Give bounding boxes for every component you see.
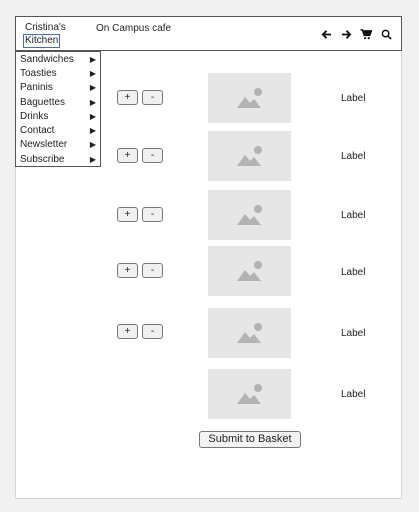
increase-quantity-button[interactable]: +	[117, 324, 138, 339]
menu-item-label: Paninis	[20, 82, 53, 94]
chevron-right-icon: ▶	[89, 154, 96, 164]
menu-item-label: Baguettes	[20, 96, 66, 108]
image-placeholder-icon	[236, 261, 262, 281]
menu-item-baguettes[interactable]: Baguettes ▶	[16, 95, 100, 109]
chevron-right-icon: ▶	[89, 140, 96, 150]
menu-item-paninis[interactable]: Paninis ▶	[16, 81, 100, 95]
menu-item-subscribe[interactable]: Subscribe ▶	[16, 152, 100, 166]
product-label: Label	[341, 267, 366, 278]
logo-line1: Cristina's	[25, 22, 66, 33]
image-placeholder-icon	[236, 88, 262, 108]
category-menu: Sandwiches ▶ Toasties ▶ Paninis ▶ Baguettes…	[15, 51, 101, 168]
cafe-name: On Campus cafe	[96, 23, 172, 34]
decrease-quantity-button[interactable]: -	[142, 207, 163, 222]
menu-item-label: Toasties	[20, 67, 57, 79]
image-placeholder-icon	[236, 205, 262, 225]
search-icon[interactable]	[379, 27, 393, 41]
decrease-quantity-button[interactable]: -	[142, 148, 163, 163]
chevron-right-icon: ▶	[89, 68, 96, 78]
menu-item-sandwiches[interactable]: Sandwiches ▶	[16, 52, 100, 66]
chevron-right-icon: ▶	[89, 97, 96, 107]
image-placeholder-icon	[236, 384, 262, 404]
product-image-placeholder	[208, 308, 291, 358]
menu-item-contact[interactable]: Contact ▶	[16, 123, 100, 137]
logo[interactable]: Cristina's Kitchen	[23, 22, 66, 48]
decrease-quantity-button[interactable]: -	[142, 90, 163, 105]
increase-quantity-button[interactable]: +	[117, 207, 138, 222]
image-placeholder-icon	[236, 146, 262, 166]
menu-item-drinks[interactable]: Drinks ▶	[16, 109, 100, 123]
header-bar: Cristina's Kitchen On Campus cafe	[15, 16, 402, 51]
chevron-right-icon: ▶	[89, 83, 96, 93]
menu-item-label: Contact	[20, 125, 55, 137]
product-label: Label	[341, 328, 366, 339]
product-image-placeholder	[208, 246, 291, 296]
arrow-left-icon[interactable]	[319, 27, 333, 41]
increase-quantity-button[interactable]: +	[117, 148, 138, 163]
submit-to-basket-button[interactable]: Submit to Basket	[199, 431, 301, 448]
arrow-right-icon[interactable]	[339, 27, 353, 41]
menu-item-label: Newsletter	[20, 139, 68, 151]
menu-item-label: Sandwiches	[20, 53, 74, 65]
decrease-quantity-button[interactable]: -	[142, 263, 163, 278]
product-label: Label	[341, 151, 366, 162]
product-image-placeholder	[208, 369, 291, 419]
menu-item-label: Subscribe	[20, 153, 65, 165]
product-label: Label	[341, 389, 366, 400]
image-placeholder-icon	[236, 323, 262, 343]
menu-item-toasties[interactable]: Toasties ▶	[16, 66, 100, 80]
product-image-placeholder	[208, 190, 291, 240]
menu-item-label: Drinks	[20, 110, 49, 122]
menu-item-newsletter[interactable]: Newsletter ▶	[16, 138, 100, 152]
increase-quantity-button[interactable]: +	[117, 263, 138, 278]
product-image-placeholder	[208, 131, 291, 181]
chevron-right-icon: ▶	[89, 54, 96, 64]
product-label: Label	[341, 210, 366, 221]
chevron-right-icon: ▶	[89, 111, 96, 121]
product-label: Label	[341, 93, 366, 104]
cart-icon[interactable]	[359, 27, 373, 41]
increase-quantity-button[interactable]: +	[117, 90, 138, 105]
decrease-quantity-button[interactable]: -	[142, 324, 163, 339]
logo-line2: Kitchen	[23, 34, 61, 48]
product-image-placeholder	[208, 73, 291, 123]
chevron-right-icon: ▶	[89, 126, 96, 136]
